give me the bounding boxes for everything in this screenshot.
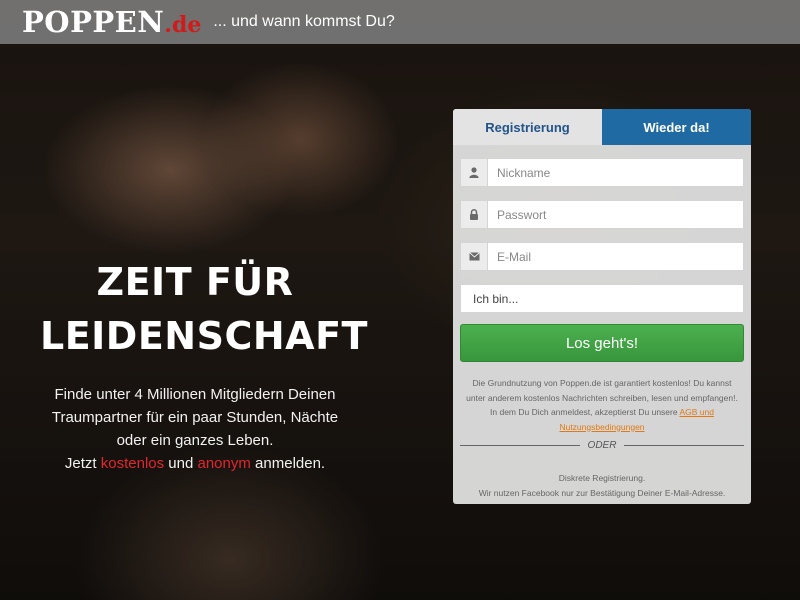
- tab-wieder-da[interactable]: Wieder da!: [602, 109, 751, 145]
- facebook-line2: Wir nutzen Facebook nur zur Bestätigung …: [478, 488, 726, 498]
- password-field: [460, 200, 744, 229]
- email-field: [460, 242, 744, 271]
- tab-registrierung[interactable]: Registrierung: [453, 109, 602, 145]
- registration-panel: Registrierung Wieder da! Ich bin... Los …: [453, 109, 751, 504]
- nickname-field: [460, 158, 744, 187]
- hero-text-line3: oder ein ganzes Leben.: [116, 432, 274, 449]
- email-input[interactable]: [488, 243, 743, 270]
- hero-cta-line: Jetzt kostenlos und anonym anmelden.: [40, 452, 350, 475]
- header-bar: POPPEN .de ... und wann kommst Du?: [0, 0, 800, 44]
- facebook-line1: Diskrete Registrierung.: [558, 473, 646, 483]
- legal-notice: Die Grundnutzung von Poppen.de ist garan…: [460, 376, 744, 434]
- hero-text-line1: Finde unter 4 Millionen Mitgliedern Dein…: [54, 386, 336, 403]
- logo-tld: .de: [164, 12, 202, 38]
- user-icon: [461, 159, 488, 186]
- hero-text-line2: Traumpartner für ein paar Stunden, Nächt…: [51, 409, 339, 426]
- panel-tabs: Registrierung Wieder da!: [453, 109, 751, 145]
- logo-text: POPPEN: [22, 5, 165, 39]
- or-divider: ODER: [460, 440, 744, 451]
- lock-icon: [461, 201, 488, 228]
- cta-and: und: [168, 455, 194, 472]
- header-slogan: ... und wann kommst Du?: [213, 13, 395, 30]
- hero-headline-line1: ZEIT FÜR: [96, 260, 294, 304]
- cta-suffix: anmelden.: [255, 455, 326, 472]
- envelope-icon: [461, 243, 488, 270]
- gender-select[interactable]: Ich bin...: [460, 284, 744, 313]
- hero-headline: ZEIT FÜR LEIDENSCHAFT: [40, 255, 368, 363]
- facebook-notice: Diskrete Registrierung. Wir nutzen Faceb…: [460, 471, 744, 501]
- password-input[interactable]: [488, 201, 743, 228]
- cta-prefix: Jetzt: [64, 455, 97, 472]
- submit-button[interactable]: Los geht's!: [460, 324, 744, 362]
- cta-anon: anonym: [197, 455, 251, 472]
- divider-line-left: [460, 445, 580, 446]
- hero-section: ZEIT FÜR LEIDENSCHAFT Finde unter 4 Mill…: [40, 255, 368, 475]
- logo[interactable]: POPPEN .de: [22, 5, 201, 39]
- divider-line-right: [624, 445, 744, 446]
- divider-text: ODER: [587, 440, 617, 451]
- cta-free: kostenlos: [100, 455, 165, 472]
- hero-headline-line2: LEIDENSCHAFT: [40, 314, 368, 358]
- registration-form: Ich bin... Los geht's! Die Grundnutzung …: [453, 158, 751, 501]
- nickname-input[interactable]: [488, 159, 743, 186]
- hero-description: Finde unter 4 Millionen Mitgliedern Dein…: [40, 383, 350, 475]
